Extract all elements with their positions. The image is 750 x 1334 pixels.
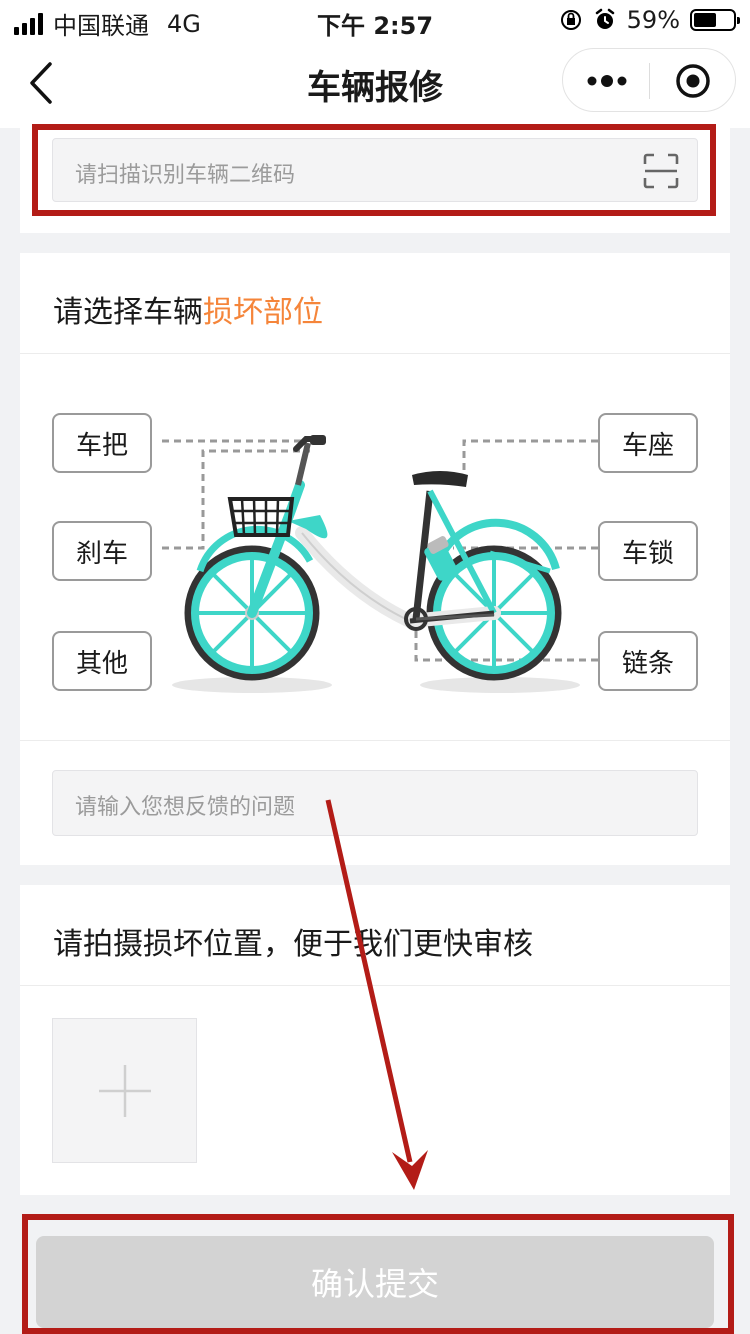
status-bar: 中国联通 4G 下午 2:57 59% (0, 0, 750, 40)
feedback-input[interactable]: 请输入您想反馈的问题 (52, 770, 698, 836)
alarm-icon (595, 8, 614, 29)
damage-title-prefix: 请选择车辆 (53, 295, 203, 330)
rear-wheel (426, 545, 562, 681)
basket (227, 497, 295, 537)
divider (20, 353, 730, 354)
photo-card: 请拍摄损坏位置，便于我们更快审核 (20, 885, 730, 1195)
add-photo-button[interactable] (52, 1018, 197, 1163)
damage-title-highlight: 损坏部位 (203, 295, 323, 330)
capsule-divider (649, 63, 650, 99)
battery-percent: 59% (626, 6, 680, 34)
connector-lines (162, 439, 598, 662)
part-handlebar-button[interactable]: 车把 (52, 413, 152, 473)
photo-section-title: 请拍摄损坏位置，便于我们更快审核 (53, 927, 533, 962)
damage-parts-card: 请选择车辆损坏部位 车把 刹车 其他 车座 车锁 链条 请输入您想反馈的问题 (20, 253, 730, 865)
part-brake-button[interactable]: 刹车 (52, 521, 152, 581)
divider (20, 985, 730, 986)
part-other-button[interactable]: 其他 (52, 631, 152, 691)
page: 中国联通 4G 下午 2:57 59% 车辆报修 请扫描识别车辆二维码 请选择车… (0, 0, 750, 1334)
mini-program-capsule (562, 48, 736, 112)
feedback-placeholder: 请输入您想反馈的问题 (75, 795, 296, 820)
orientation-lock-icon (560, 10, 581, 30)
part-chain-button[interactable]: 链条 (598, 631, 698, 691)
nav-bar: 车辆报修 (0, 40, 750, 128)
annotation-box-submit (22, 1214, 734, 1334)
plus-icon (99, 1065, 151, 1117)
close-mini-program-icon[interactable] (675, 63, 711, 99)
front-wheel (184, 545, 320, 681)
more-icon[interactable] (587, 69, 627, 93)
status-right: 59% (559, 6, 740, 34)
annotation-box-scan (32, 124, 716, 216)
damage-section-title: 请选择车辆损坏部位 (53, 287, 323, 331)
part-seat-button[interactable]: 车座 (598, 413, 698, 473)
divider (20, 740, 730, 741)
battery-fill (694, 13, 717, 27)
battery-icon (690, 9, 740, 31)
part-lock-button[interactable]: 车锁 (598, 521, 698, 581)
